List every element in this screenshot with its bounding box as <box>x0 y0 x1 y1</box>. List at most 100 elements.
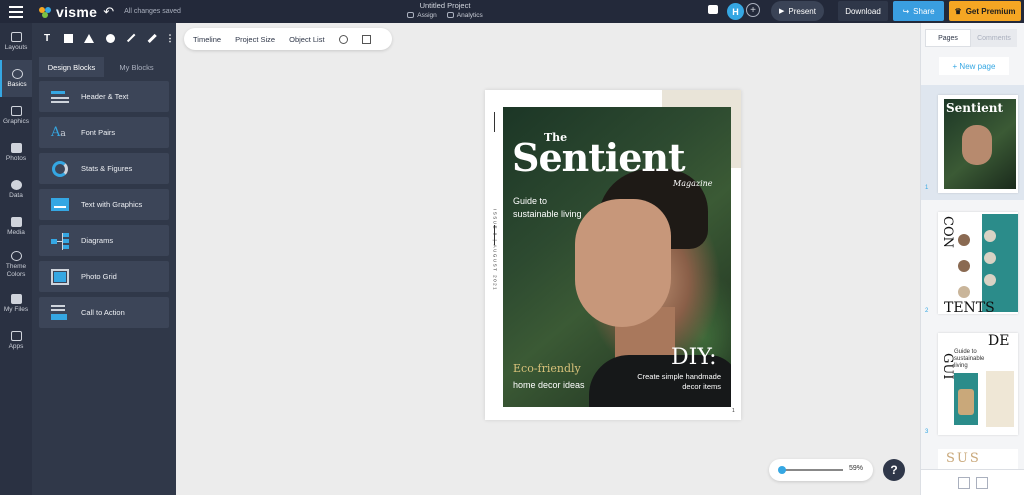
rail-item-theme-colors[interactable]: Theme Colors <box>0 245 32 285</box>
block-label: Stats & Figures <box>81 164 133 173</box>
zoom-track[interactable] <box>781 469 843 471</box>
cover-eco-sub: home decor ideas <box>513 380 585 390</box>
help-button[interactable]: ? <box>883 459 905 481</box>
zoom-slider-handle[interactable] <box>778 466 786 474</box>
block-stats-figures[interactable]: Stats & Figures <box>39 153 169 184</box>
undo-icon[interactable]: ↶ <box>103 4 114 20</box>
page-thumbnail[interactable]: Sentient <box>938 95 1018 193</box>
block-call-to-action[interactable]: Call to Action <box>39 297 169 328</box>
download-button[interactable]: Download <box>838 1 888 21</box>
rail-label: Theme Colors <box>5 263 27 278</box>
visme-logo-icon <box>38 5 52 19</box>
cover-tagline: Guide to sustainable living <box>513 196 582 219</box>
block-diagrams[interactable]: Diagrams <box>39 225 169 256</box>
assign-link[interactable]: Assign <box>407 12 437 19</box>
top-bar: visme ↶ All changes saved Untitled Proje… <box>0 0 1024 23</box>
folder-icon <box>10 294 22 304</box>
photo-face <box>575 199 671 327</box>
magazine-page[interactable]: ISSUE 9 | AUGUST 2021 The Sentient Magaz… <box>485 90 741 420</box>
pen-tool-icon[interactable] <box>147 33 157 43</box>
get-premium-button[interactable]: ♛ Get Premium <box>949 1 1021 21</box>
add-user-icon[interactable]: + <box>746 3 760 17</box>
logo-text: visme <box>56 3 98 20</box>
block-text-with-graphics[interactable]: Text with Graphics <box>39 189 169 220</box>
page-number: 2 <box>925 308 929 314</box>
page-number: 1 <box>732 408 735 414</box>
crown-icon: ♛ <box>954 6 962 16</box>
page-thumbnail-partial[interactable]: SUS <box>938 449 1018 469</box>
block-label: Photo Grid <box>81 272 117 281</box>
circle-tool-icon[interactable] <box>105 33 115 43</box>
cover-subtitle: Magazine <box>673 179 713 188</box>
frame-icon[interactable] <box>361 34 371 44</box>
block-photo-grid[interactable]: Photo Grid <box>39 261 169 292</box>
grid-view-icon[interactable] <box>958 476 970 489</box>
triangle-tool-icon[interactable] <box>84 33 94 43</box>
rail-item-layouts[interactable]: Layouts <box>0 23 32 60</box>
text-tool-icon[interactable]: T <box>42 33 52 44</box>
object-list-button[interactable]: Object List <box>289 35 324 44</box>
tab-my-blocks[interactable]: My Blocks <box>104 57 169 77</box>
data-icon <box>10 180 22 190</box>
line-tool-icon[interactable] <box>126 33 136 43</box>
pages-panel: Pages Comments + New page Sentient 1 CON… <box>920 23 1024 495</box>
photos-icon <box>10 143 22 153</box>
menu-icon[interactable] <box>0 0 32 23</box>
block-label: Font Pairs <box>81 128 116 137</box>
share-button[interactable]: ↪ Share <box>893 1 944 21</box>
basics-icon <box>11 69 23 79</box>
premium-label: Get Premium <box>965 6 1016 16</box>
page-number: 3 <box>925 429 929 435</box>
timeline-button[interactable]: Timeline <box>193 35 221 44</box>
assign-icon <box>407 12 415 18</box>
rail-label: Media <box>7 229 25 236</box>
block-font-pairs[interactable]: Aa Font Pairs <box>39 117 169 148</box>
rectangle-tool-icon[interactable] <box>63 33 73 43</box>
font-pairs-icon: Aa <box>51 124 66 140</box>
rail-label: Basics <box>7 81 27 88</box>
present-button[interactable]: ▶ Present <box>771 1 824 21</box>
rail-item-data[interactable]: Data <box>0 171 32 208</box>
comment-icon[interactable] <box>708 5 718 14</box>
stats-icon <box>51 160 69 177</box>
left-rail: Layouts Basics Graphics Photos Data Medi… <box>0 23 32 495</box>
project-size-button[interactable]: Project Size <box>235 35 275 44</box>
rail-label: Data <box>9 192 23 199</box>
more-options-icon[interactable]: ⋮ <box>166 33 175 43</box>
rail-item-media[interactable]: Media <box>0 208 32 245</box>
page-thumb-row[interactable]: Sentient 1 <box>921 85 1024 200</box>
rail-item-graphics[interactable]: Graphics <box>0 97 32 134</box>
cover-photo[interactable]: The Sentient Magazine Guide to sustainab… <box>503 107 731 407</box>
analytics-link[interactable]: Analytics <box>446 12 483 19</box>
rail-label: Layouts <box>4 44 28 51</box>
rail-item-my-files[interactable]: My Files <box>0 285 32 322</box>
canvas-area: Timeline Project Size Object List ISSUE … <box>176 23 920 495</box>
cover-title: Sentient <box>512 135 686 180</box>
block-header-text[interactable]: Header & Text <box>39 81 169 112</box>
rail-label: Graphics <box>2 118 29 125</box>
rail-item-photos[interactable]: Photos <box>0 134 32 171</box>
zoom-control: 59% <box>769 459 873 481</box>
page-thumb-row[interactable]: CON TENTS 2 <box>921 208 1024 323</box>
save-status: All changes saved <box>124 8 181 15</box>
block-label: Call to Action <box>81 308 125 317</box>
list-view-icon[interactable] <box>976 476 988 489</box>
gear-icon[interactable] <box>338 34 348 44</box>
page-thumbnail[interactable]: CON TENTS <box>938 212 1018 314</box>
tab-comments[interactable]: Comments <box>971 29 1017 47</box>
cover-diy-sub: Create simple handmade decor items <box>637 372 721 391</box>
rail-item-basics[interactable]: Basics <box>0 60 32 97</box>
project-title[interactable]: Untitled Project <box>390 1 500 10</box>
tab-pages[interactable]: Pages <box>925 29 971 47</box>
page-thumb-row[interactable]: GUI DE Guide to sustainable living 3 <box>921 329 1024 444</box>
block-label: Header & Text <box>81 92 129 101</box>
rail-item-apps[interactable]: Apps <box>0 322 32 359</box>
new-page-button[interactable]: + New page <box>939 57 1009 75</box>
tab-design-blocks[interactable]: Design Blocks <box>39 57 104 77</box>
avatar[interactable]: H <box>727 3 744 20</box>
design-panel: T ⋮ Design Blocks My Blocks Header & Tex… <box>32 23 176 495</box>
present-label: Present <box>788 6 816 16</box>
page-number: 1 <box>925 185 929 191</box>
cover-eco: Eco-friendly <box>513 362 581 375</box>
page-thumbnail[interactable]: GUI DE Guide to sustainable living <box>938 333 1018 435</box>
